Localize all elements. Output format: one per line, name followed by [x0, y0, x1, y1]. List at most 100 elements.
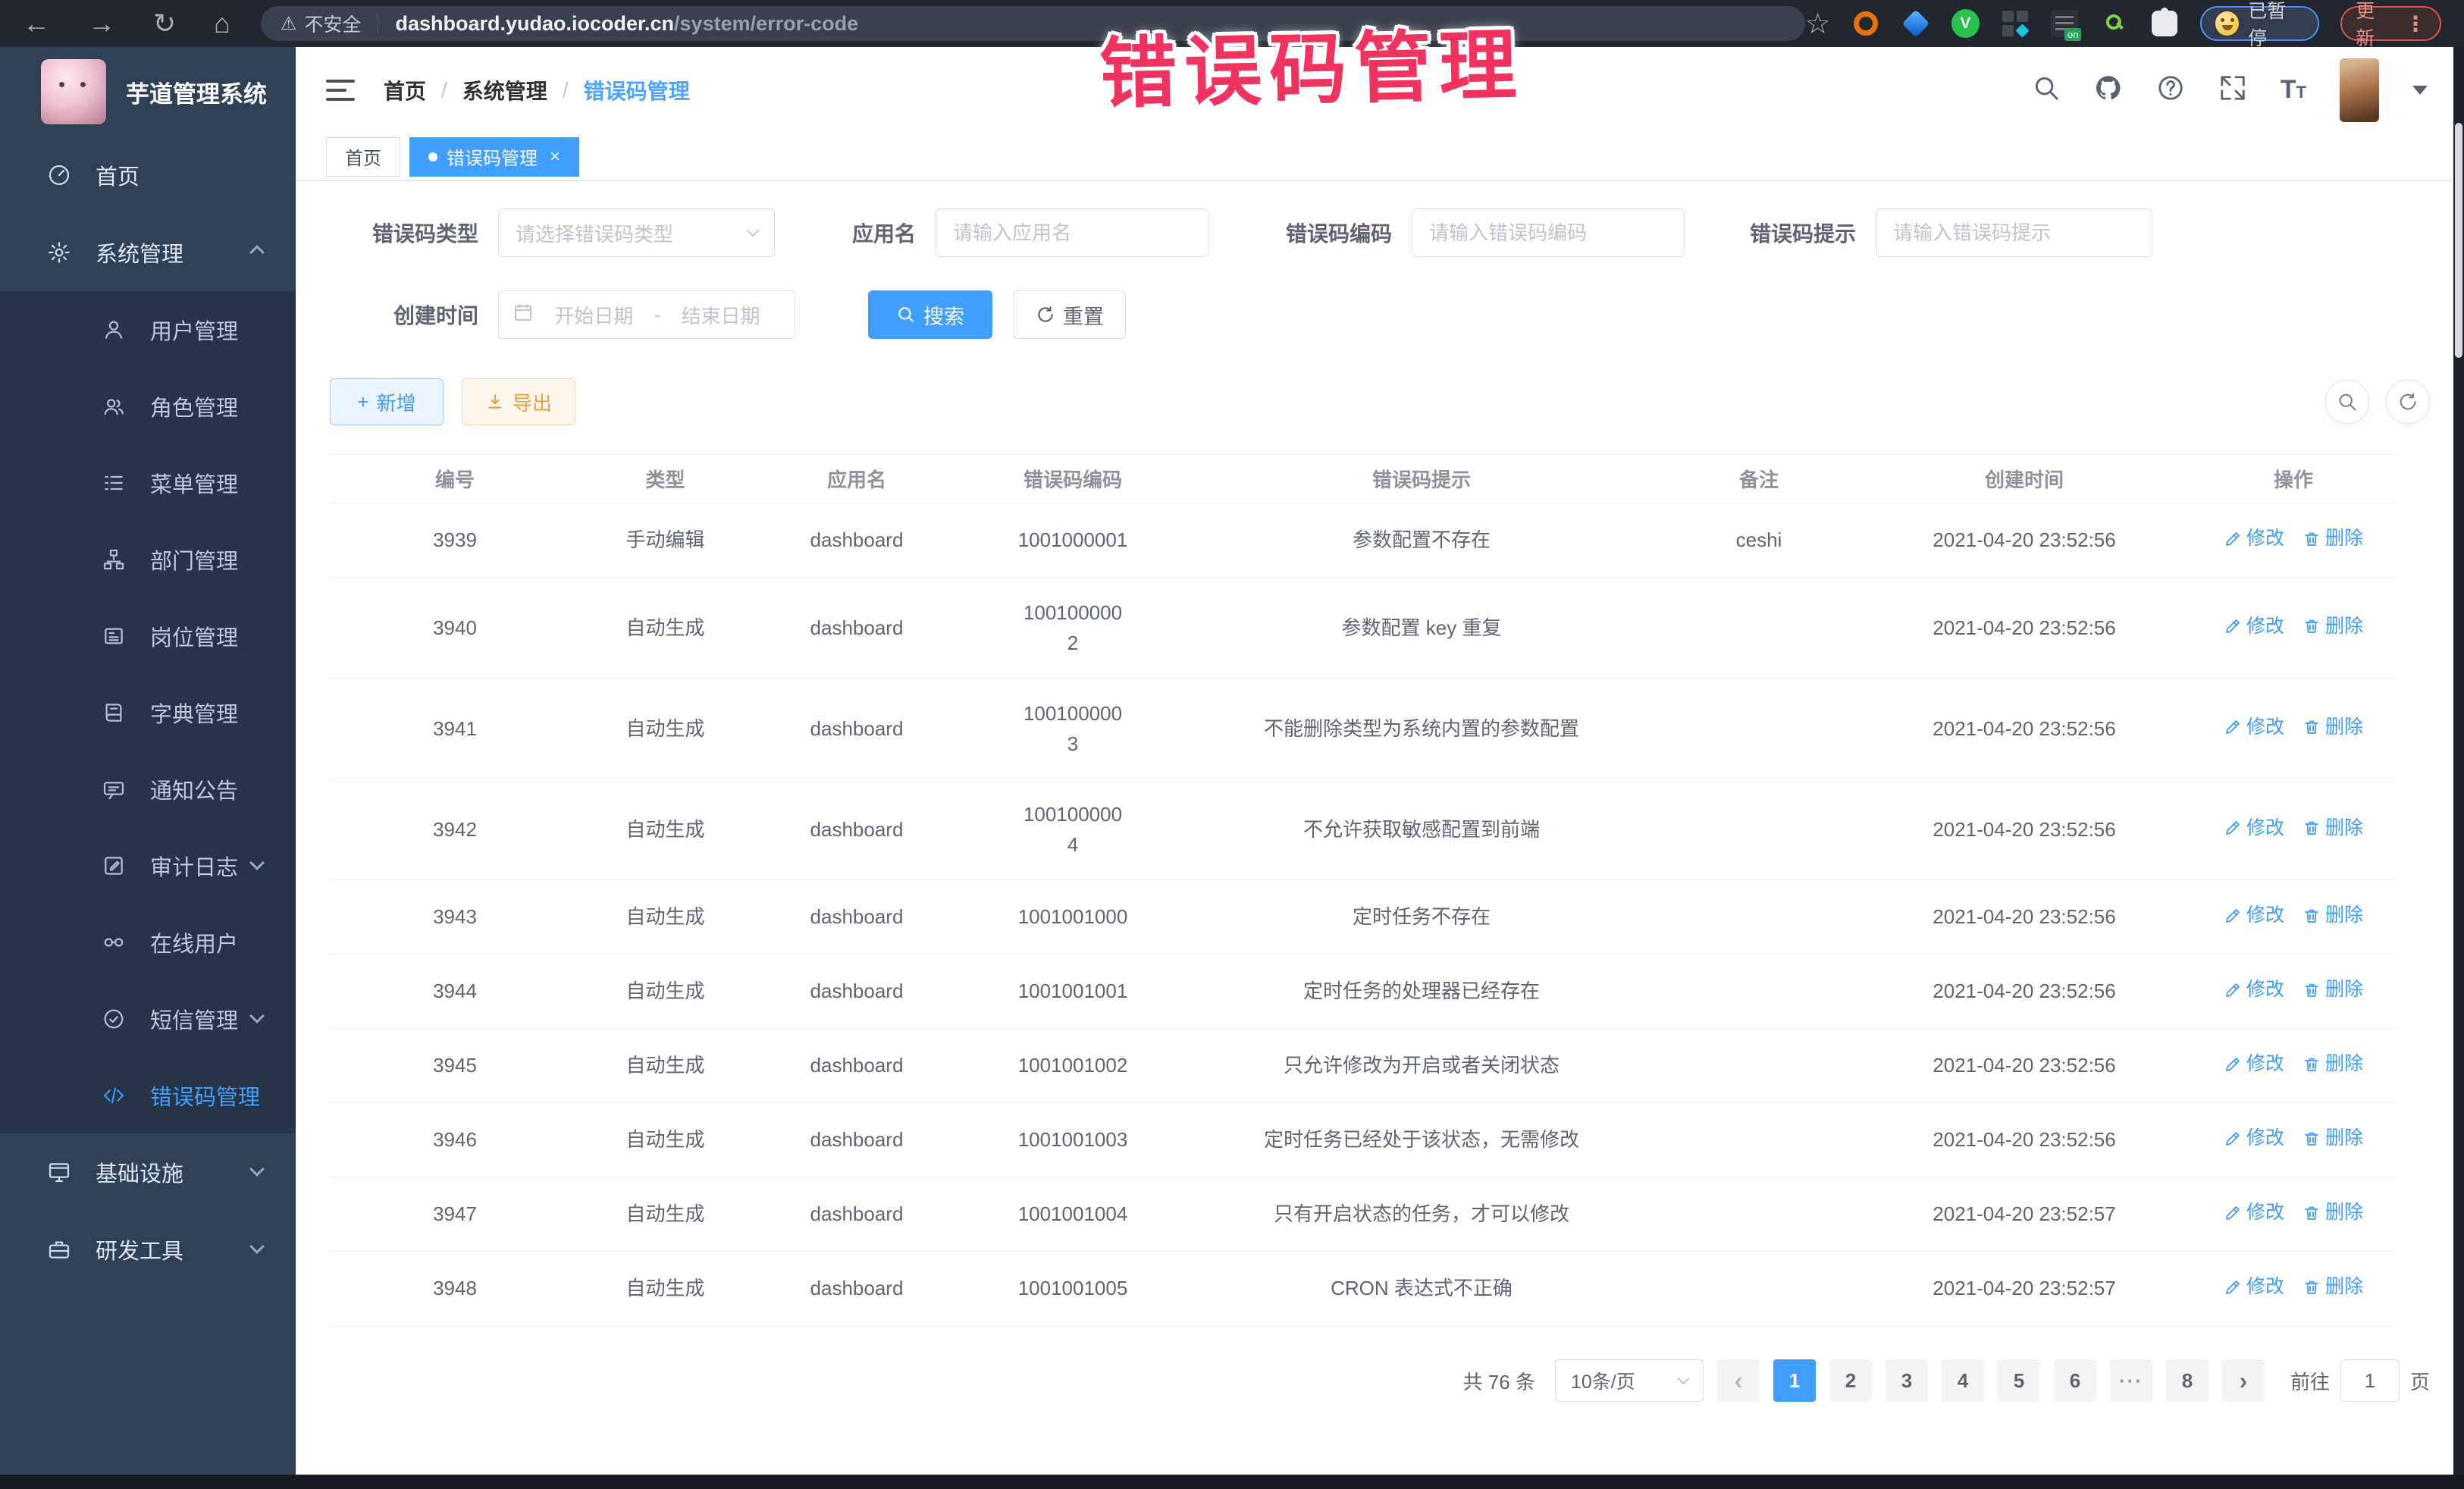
back-icon[interactable]: ← [23, 8, 50, 39]
cell-type: 自动生成 [580, 602, 751, 654]
error-hint-input[interactable] [1876, 208, 2152, 257]
edit-link[interactable]: 修改 [2224, 713, 2284, 742]
column-header: 操作 [2191, 465, 2396, 493]
next-page-button[interactable]: › [2222, 1359, 2265, 1402]
address-bar[interactable]: ⚠ 不安全 dashboard.yudao.iocoder.cn /system… [261, 6, 1805, 41]
browser-profile[interactable]: 已暂停 [2200, 6, 2319, 41]
date-range-picker[interactable]: 开始日期 - 结束日期 [498, 290, 795, 339]
sidebar-item-error-code[interactable]: 错误码管理 [0, 1057, 296, 1133]
extension-ring-icon[interactable] [1852, 9, 1881, 38]
edit-link[interactable]: 修改 [2224, 1049, 2284, 1079]
edit-link[interactable]: 修改 [2224, 1272, 2284, 1302]
search-icon[interactable] [2032, 74, 2061, 106]
delete-link[interactable]: 删除 [2303, 524, 2363, 553]
sidebar-item-system-management[interactable]: 系统管理 [0, 214, 296, 291]
delete-link[interactable]: 删除 [2303, 1049, 2363, 1079]
error-type-select[interactable]: 请选择错误码类型 [498, 208, 775, 257]
edit-link[interactable]: 修改 [2224, 1124, 2284, 1153]
org-tree-icon [102, 547, 126, 572]
page-button[interactable]: 4 [1942, 1359, 1984, 1402]
app-logo[interactable]: 芋道管理系统 [0, 47, 296, 136]
delete-link[interactable]: 删除 [2303, 975, 2363, 1005]
app-name-input[interactable] [936, 208, 1208, 257]
forward-icon[interactable]: → [88, 8, 115, 39]
page-button[interactable]: 6 [2054, 1359, 2096, 1402]
sidebar-item-dev-tools[interactable]: 研发工具 [0, 1211, 296, 1288]
close-tab-icon[interactable]: × [550, 146, 560, 168]
delete-link[interactable]: 删除 [2303, 901, 2363, 930]
sidebar-item-online-user[interactable]: 在线用户 [0, 904, 296, 980]
edit-link[interactable]: 修改 [2224, 813, 2284, 843]
scrollbar-thumb[interactable] [2455, 123, 2462, 358]
edit-link[interactable]: 修改 [2224, 901, 2284, 930]
sidebar-item-label: 短信管理 [150, 1003, 238, 1035]
edit-link[interactable]: 修改 [2224, 524, 2284, 553]
home-icon[interactable]: ⌂ [214, 8, 230, 39]
delete-link[interactable]: 删除 [2303, 813, 2363, 843]
search-button[interactable]: 搜索 [868, 290, 992, 339]
collapse-menu-icon[interactable] [326, 74, 355, 107]
extension-gem-icon[interactable] [1901, 9, 1930, 38]
breadcrumb-home[interactable]: 首页 [384, 75, 426, 105]
breadcrumb-system[interactable]: 系统管理 [462, 75, 547, 105]
reset-button[interactable]: 重置 [1014, 290, 1126, 339]
sidebar-item-dict-management[interactable]: 字典管理 [0, 674, 296, 751]
error-code-input[interactable] [1412, 208, 1685, 257]
sidebar-item-audit-log[interactable]: 审计日志 [0, 827, 296, 904]
bookmark-star-icon[interactable]: ☆ [1805, 7, 1831, 41]
sidebar-item-dept-management[interactable]: 部门管理 [0, 521, 296, 597]
page-button[interactable]: 5 [1998, 1359, 2040, 1402]
delete-link[interactable]: 删除 [2303, 1124, 2363, 1153]
delete-link[interactable]: 删除 [2303, 612, 2363, 641]
extension-puzzle-icon[interactable] [2150, 9, 2179, 38]
fullscreen-icon[interactable] [2218, 74, 2247, 106]
edit-link[interactable]: 修改 [2224, 1198, 2284, 1227]
refresh-icon[interactable] [2386, 380, 2430, 424]
users-icon [102, 394, 126, 418]
page-button[interactable]: 1 [1773, 1359, 1816, 1402]
edit-link[interactable]: 修改 [2224, 975, 2284, 1005]
chevron-down-icon[interactable] [2412, 86, 2428, 95]
content: 错误码类型 请选择错误码类型 应用名 错误码编码 错误码提示 创建时间 开始日期… [296, 181, 2464, 1475]
page-button[interactable]: 8 [2166, 1359, 2209, 1402]
filter-type-label: 错误码类型 [330, 218, 498, 248]
export-button[interactable]: 导出 [462, 378, 575, 425]
page-button[interactable]: 3 [1886, 1359, 1928, 1402]
font-size-icon[interactable]: TT [2281, 75, 2306, 105]
extension-v-icon[interactable]: V [1951, 9, 1980, 38]
page-button[interactable]: 2 [1829, 1359, 1872, 1402]
page-button[interactable]: ··· [2110, 1359, 2152, 1402]
sidebar-item-role-management[interactable]: 角色管理 [0, 368, 296, 444]
help-icon[interactable] [2156, 74, 2185, 106]
prev-page-button[interactable]: ‹ [1717, 1359, 1760, 1402]
goto-page-input[interactable] [2340, 1359, 2400, 1402]
github-icon[interactable] [2094, 74, 2123, 106]
sidebar-item-infrastructure[interactable]: 基础设施 [0, 1133, 296, 1211]
sidebar-item-home[interactable]: 首页 [0, 136, 296, 214]
reload-icon[interactable]: ↻ [153, 8, 176, 39]
edit-link[interactable]: 修改 [2224, 612, 2284, 641]
extension-grid-icon[interactable] [2001, 9, 2030, 38]
browser-menu-icon[interactable]: ⋮ [2405, 11, 2426, 36]
show-search-icon[interactable] [2325, 380, 2369, 424]
delete-link[interactable]: 删除 [2303, 1198, 2363, 1227]
extension-on-icon[interactable]: on [2051, 9, 2080, 38]
cell-id: 3942 [330, 804, 580, 855]
delete-link[interactable]: 删除 [2303, 1272, 2363, 1302]
browser-update-button[interactable]: 更新 ⋮ [2340, 6, 2441, 41]
extension-key-icon[interactable] [2100, 9, 2129, 38]
delete-link[interactable]: 删除 [2303, 713, 2363, 742]
add-button[interactable]: + 新增 [330, 378, 444, 425]
cell-app: dashboard [751, 1262, 963, 1314]
sidebar-item-user-management[interactable]: 用户管理 [0, 291, 296, 368]
sidebar-item-menu-management[interactable]: 菜单管理 [0, 444, 296, 521]
cell-app: dashboard [751, 804, 963, 855]
sidebar-item-post-management[interactable]: 岗位管理 [0, 597, 296, 674]
user-avatar[interactable] [2340, 58, 2379, 122]
sidebar-item-notice[interactable]: 通知公告 [0, 751, 296, 827]
cell-time: 2021-04-20 23:52:56 [1857, 1039, 2191, 1091]
sidebar-item-sms-management[interactable]: 短信管理 [0, 980, 296, 1057]
tab-home[interactable]: 首页 [326, 137, 400, 177]
tab-error-code[interactable]: 错误码管理 × [409, 137, 579, 177]
page-size-select[interactable]: 10条/页 [1555, 1359, 1704, 1402]
